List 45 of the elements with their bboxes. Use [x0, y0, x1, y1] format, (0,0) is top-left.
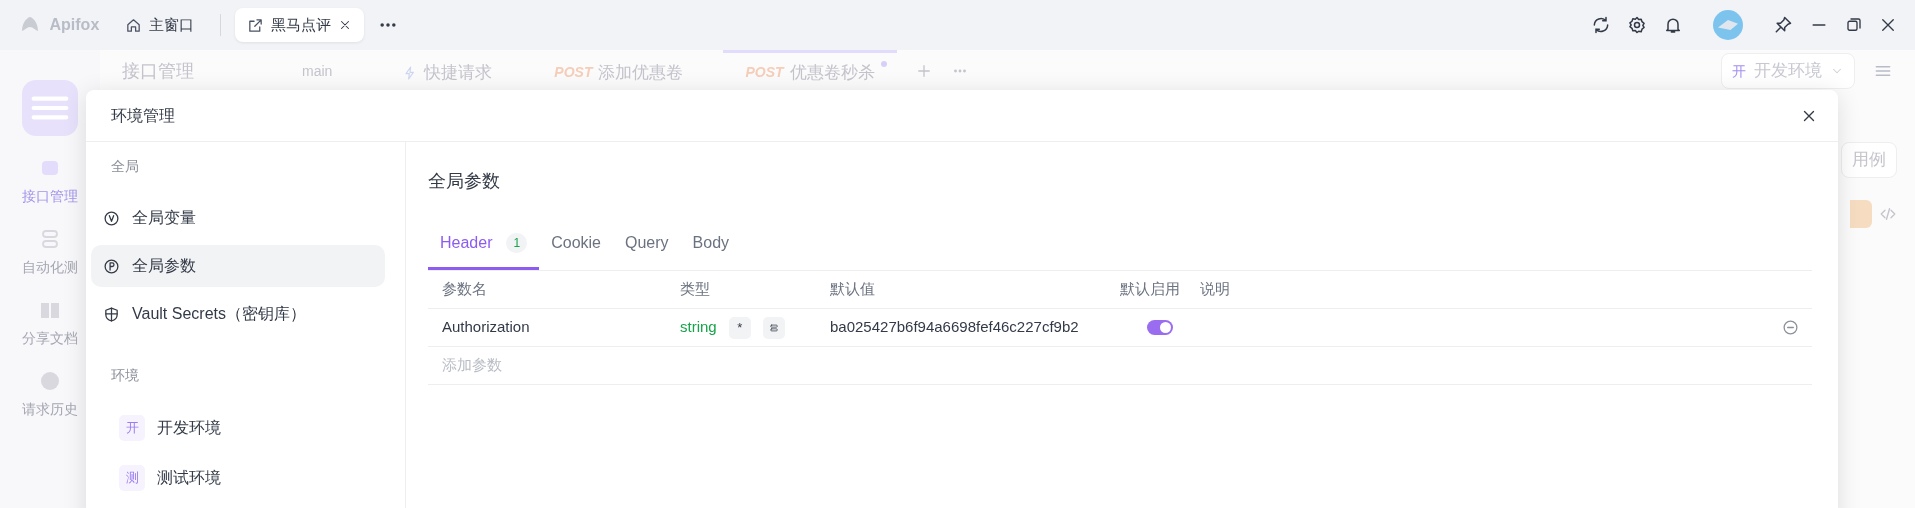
tab[interactable]: Body [680, 225, 742, 270]
tab[interactable]: Query [613, 225, 681, 270]
tab[interactable]: Cookie [539, 225, 613, 270]
variable-icon [103, 209, 120, 227]
link-button[interactable] [762, 316, 785, 339]
add-parameter-field[interactable]: 添加参数 [442, 354, 642, 377]
modal-title: 环境管理 [111, 105, 175, 126]
column-header: 默认值 [830, 279, 876, 300]
close-icon[interactable] [1879, 16, 1897, 34]
window-tab[interactable]: 黑马点评 [235, 7, 365, 43]
count-badge: 1 [506, 233, 528, 253]
remove-icon[interactable] [1782, 319, 1799, 336]
column-header: 说明 [1200, 279, 1231, 300]
shield-icon [103, 305, 120, 323]
home-icon [125, 16, 143, 34]
pin-icon[interactable] [1773, 15, 1793, 35]
nav-item[interactable]: 全局参数 [91, 245, 385, 287]
table-cell-text: ba025427b6f94a6698fef46c227cf9b2 [830, 317, 1080, 338]
restore-icon[interactable] [1845, 16, 1863, 34]
sidebar-item[interactable]: 接口管理 [22, 156, 78, 207]
env-badge: 开 [119, 415, 145, 441]
required-toggle[interactable]: * [728, 316, 751, 339]
section-label: 全局 [110, 157, 140, 176]
column-header: 参数名 [442, 279, 488, 300]
external-window-icon [247, 16, 265, 34]
toggle-switch[interactable] [1147, 320, 1173, 335]
tag-fragment [1849, 199, 1872, 228]
nav-icon [38, 369, 62, 393]
parameter-icon [103, 257, 120, 275]
section-label: 环境 [110, 366, 140, 385]
refresh-icon[interactable] [1591, 15, 1611, 35]
column-header: 类型 [680, 279, 711, 300]
nav-item[interactable]: 测 测试环境 [91, 456, 385, 500]
settings-icon[interactable] [1627, 15, 1647, 35]
env-badge: 测 [119, 465, 145, 491]
tab[interactable]: Header 1 [428, 225, 540, 270]
window-tab[interactable]: 主窗口 [113, 7, 207, 43]
column-header: 默认启用 [1120, 279, 1181, 300]
type-value: string [680, 317, 717, 338]
section-title: 全局参数 [428, 170, 501, 193]
nav-item[interactable]: 全局变量 [91, 197, 385, 239]
app-name: Apifox [49, 15, 100, 35]
table-cell-text: Authorization [442, 317, 531, 338]
nav-item[interactable]: Vault Secrets（密钥库） [91, 293, 385, 335]
nav-item[interactable]: 开 开发环境 [91, 406, 385, 450]
